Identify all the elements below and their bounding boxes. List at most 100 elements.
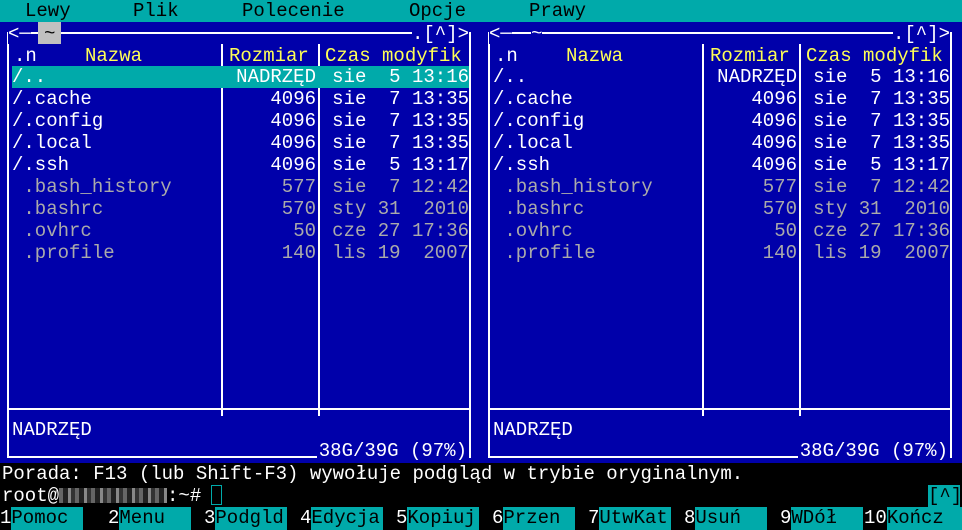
prompt-suffix: :~# — [167, 485, 202, 507]
menu-bar: Lewy Plik Polecenie Opcje Prawy — [0, 0, 962, 22]
file-row[interactable]: .profile 140 lis 19 2007 — [493, 242, 950, 264]
column-header-name[interactable]: Nazwa — [85, 44, 142, 67]
panel-path-tab[interactable]: ~ — [38, 22, 62, 45]
file-name: /.config — [493, 110, 585, 132]
file-name: /.. — [12, 66, 47, 88]
function-key-bar: 1Pomoc 2Menu 3Podgld 4Edycja 5Kopiuj 6Pr… — [0, 507, 962, 530]
file-row[interactable]: /.ssh 4096 sie 5 13:17 — [493, 154, 950, 176]
prompt-user: root@ — [2, 485, 60, 507]
file-size: 140 — [762, 242, 797, 264]
file-size: 4096 — [270, 110, 316, 132]
fkey-menu[interactable]: 2Menu — [108, 507, 192, 530]
file-mtime: sie 7 13:35 — [813, 110, 950, 132]
command-history-button[interactable]: [^] — [928, 485, 962, 507]
file-row[interactable]: .bash_history 577 sie 7 12:42 — [12, 176, 469, 198]
file-name: .profile — [12, 242, 115, 264]
file-row[interactable]: .profile 140 lis 19 2007 — [12, 242, 469, 264]
panel-history-controls[interactable]: .[^]> — [893, 22, 951, 45]
column-header-name[interactable]: Nazwa — [566, 44, 623, 67]
file-mtime: sty 31 2010 — [813, 198, 950, 220]
file-mtime: sie 5 13:17 — [332, 154, 469, 176]
file-mtime: sie 5 13:16 — [332, 66, 469, 88]
file-size: 4096 — [751, 132, 797, 154]
file-name: /.config — [12, 110, 104, 132]
file-size: NADRZĘD — [236, 66, 316, 88]
file-size: 577 — [281, 176, 316, 198]
file-row[interactable]: .bash_history 577 sie 7 12:42 — [493, 176, 950, 198]
fkey-delete[interactable]: 8Usuń — [684, 507, 768, 530]
file-row[interactable]: /.local 4096 sie 7 13:35 — [493, 132, 950, 154]
panel-nav-arrows[interactable]: <─ — [489, 22, 512, 45]
file-name: .bash_history — [493, 176, 653, 198]
file-row[interactable]: .ovhrc 50 cze 27 17:36 — [493, 220, 950, 242]
file-row[interactable]: .ovhrc 50 cze 27 17:36 — [12, 220, 469, 242]
mini-status: NADRZĘD — [12, 419, 92, 441]
file-row[interactable]: /.config 4096 sie 7 13:35 — [493, 110, 950, 132]
file-row[interactable]: /.cache 4096 sie 7 13:35 — [493, 88, 950, 110]
file-name: /.ssh — [493, 154, 551, 176]
panel-path-label[interactable]: ~ — [531, 22, 543, 45]
file-size: 50 — [293, 220, 316, 242]
hint-line: Porada: F13 (lub Shift-F3) wywołuje podg… — [2, 463, 744, 485]
file-mtime: sie 5 13:17 — [813, 154, 950, 176]
column-header-mtime[interactable]: Czas modyfik — [806, 44, 943, 67]
fkey-move[interactable]: 6Przen — [492, 507, 576, 530]
fkey-help[interactable]: 1Pomoc — [0, 507, 84, 530]
file-name: .bashrc — [493, 198, 585, 220]
file-size: 4096 — [751, 110, 797, 132]
file-mtime: sie 7 13:35 — [813, 88, 950, 110]
file-mtime: cze 27 17:36 — [332, 220, 469, 242]
menu-right[interactable]: Prawy — [529, 0, 586, 22]
file-size: NADRZĘD — [717, 66, 797, 88]
disk-usage: 38G/39G (97%) — [316, 440, 469, 462]
file-name: .ovhrc — [12, 220, 92, 242]
file-name: .ovhrc — [493, 220, 573, 242]
file-name: .profile — [493, 242, 596, 264]
file-size: 140 — [281, 242, 316, 264]
fkey-quit[interactable]: 10Kończ — [864, 507, 962, 530]
command-line[interactable]: root@ :~# — [2, 485, 223, 507]
sort-indicator[interactable]: .n — [495, 44, 518, 67]
sort-indicator[interactable]: .n — [14, 44, 37, 67]
file-size: 4096 — [270, 132, 316, 154]
redacted-hostname — [59, 488, 168, 503]
file-row[interactable]: /.. NADRZĘD sie 5 13:16 — [12, 66, 469, 88]
column-header-size[interactable]: Rozmiar — [229, 44, 309, 67]
column-header-mtime[interactable]: Czas modyfik — [325, 44, 462, 67]
file-name: .bash_history — [12, 176, 172, 198]
panel-nav-arrows[interactable]: <─ — [8, 22, 31, 45]
fkey-pulldown[interactable]: 9WDół — [780, 507, 864, 530]
file-name: /.local — [493, 132, 573, 154]
mini-status-separator — [7, 408, 471, 410]
file-size: 570 — [762, 198, 797, 220]
fkey-view[interactable]: 3Podgld — [204, 507, 288, 530]
fkey-copy[interactable]: 5Kopiuj — [396, 507, 480, 530]
file-mtime: lis 19 2007 — [332, 242, 469, 264]
file-mtime: sie 7 13:35 — [332, 88, 469, 110]
fkey-mkdir[interactable]: 7UtwKat — [588, 507, 672, 530]
file-row[interactable]: /.local 4096 sie 7 13:35 — [12, 132, 469, 154]
file-row[interactable]: /.. NADRZĘD sie 5 13:16 — [493, 66, 950, 88]
menu-file[interactable]: Plik — [133, 0, 179, 22]
left-panel[interactable]: <─ ~ .[^]> .n Nazwa Rozmiar Czas modyfik… — [0, 22, 481, 463]
fkey-edit[interactable]: 4Edycja — [300, 507, 384, 530]
file-mtime: sie 5 13:16 — [813, 66, 950, 88]
file-row[interactable]: /.ssh 4096 sie 5 13:17 — [12, 154, 469, 176]
file-row[interactable]: /.config 4096 sie 7 13:35 — [12, 110, 469, 132]
file-row[interactable]: .bashrc 570 sty 31 2010 — [12, 198, 469, 220]
file-name: /.local — [12, 132, 92, 154]
file-mtime: sie 7 12:42 — [813, 176, 950, 198]
menu-command[interactable]: Polecenie — [242, 0, 345, 22]
column-header-size[interactable]: Rozmiar — [710, 44, 790, 67]
file-mtime: lis 19 2007 — [813, 242, 950, 264]
right-panel[interactable]: <─ ~ .[^]> .n Nazwa Rozmiar Czas modyfik… — [481, 22, 962, 463]
file-row[interactable]: .bashrc 570 sty 31 2010 — [493, 198, 950, 220]
file-row[interactable]: /.cache 4096 sie 7 13:35 — [12, 88, 469, 110]
menu-options[interactable]: Opcje — [409, 0, 466, 22]
file-name: /.cache — [12, 88, 92, 110]
file-name: /.. — [493, 66, 528, 88]
file-name: /.ssh — [12, 154, 70, 176]
panel-history-controls[interactable]: .[^]> — [412, 22, 470, 45]
menu-left[interactable]: Lewy — [25, 0, 71, 22]
file-mtime: sie 7 13:35 — [332, 110, 469, 132]
